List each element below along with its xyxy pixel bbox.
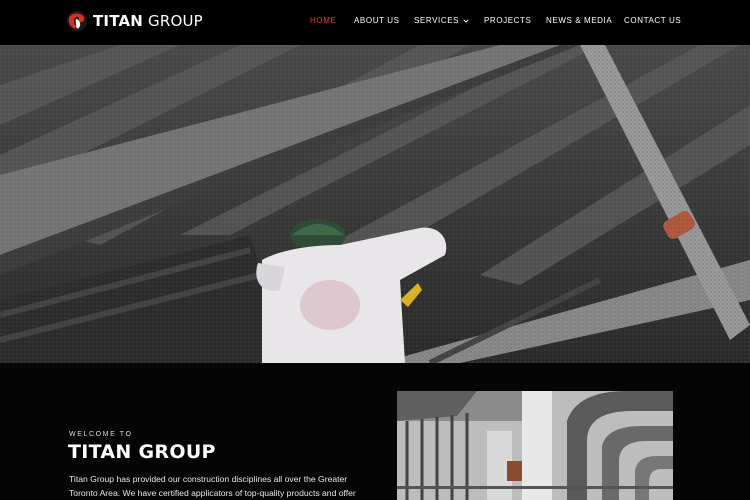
nav-item-contact-us[interactable]: CONTACT US: [624, 16, 681, 25]
intro-body: Titan Group has provided our constructio…: [69, 472, 369, 500]
intro-body-line: Toronto Area. We have certified applicat…: [69, 488, 356, 498]
nav-item-about-us[interactable]: ABOUT US: [354, 16, 400, 25]
site-header: TITAN GROUP HOME ABOUT US SERVICES PROJE…: [0, 0, 750, 45]
side-photo: [397, 391, 673, 500]
intro-title: TITAN GROUP: [68, 441, 216, 463]
main-nav: HOME ABOUT US SERVICES PROJECTS NEWS & M…: [0, 16, 750, 30]
nav-item-news-media[interactable]: NEWS & MEDIA: [546, 16, 612, 25]
intro-body-line: Titan Group has provided our constructio…: [69, 474, 348, 484]
intro-eyebrow: WELCOME TO: [69, 431, 133, 438]
side-photo-illustration: [397, 391, 673, 500]
hero-image: [0, 45, 750, 363]
nav-item-home[interactable]: HOME: [310, 16, 336, 25]
hero-illustration: [0, 45, 750, 363]
nav-item-services[interactable]: SERVICES: [414, 16, 469, 25]
chevron-down-icon: [463, 18, 469, 23]
nav-item-projects[interactable]: PROJECTS: [484, 16, 531, 25]
